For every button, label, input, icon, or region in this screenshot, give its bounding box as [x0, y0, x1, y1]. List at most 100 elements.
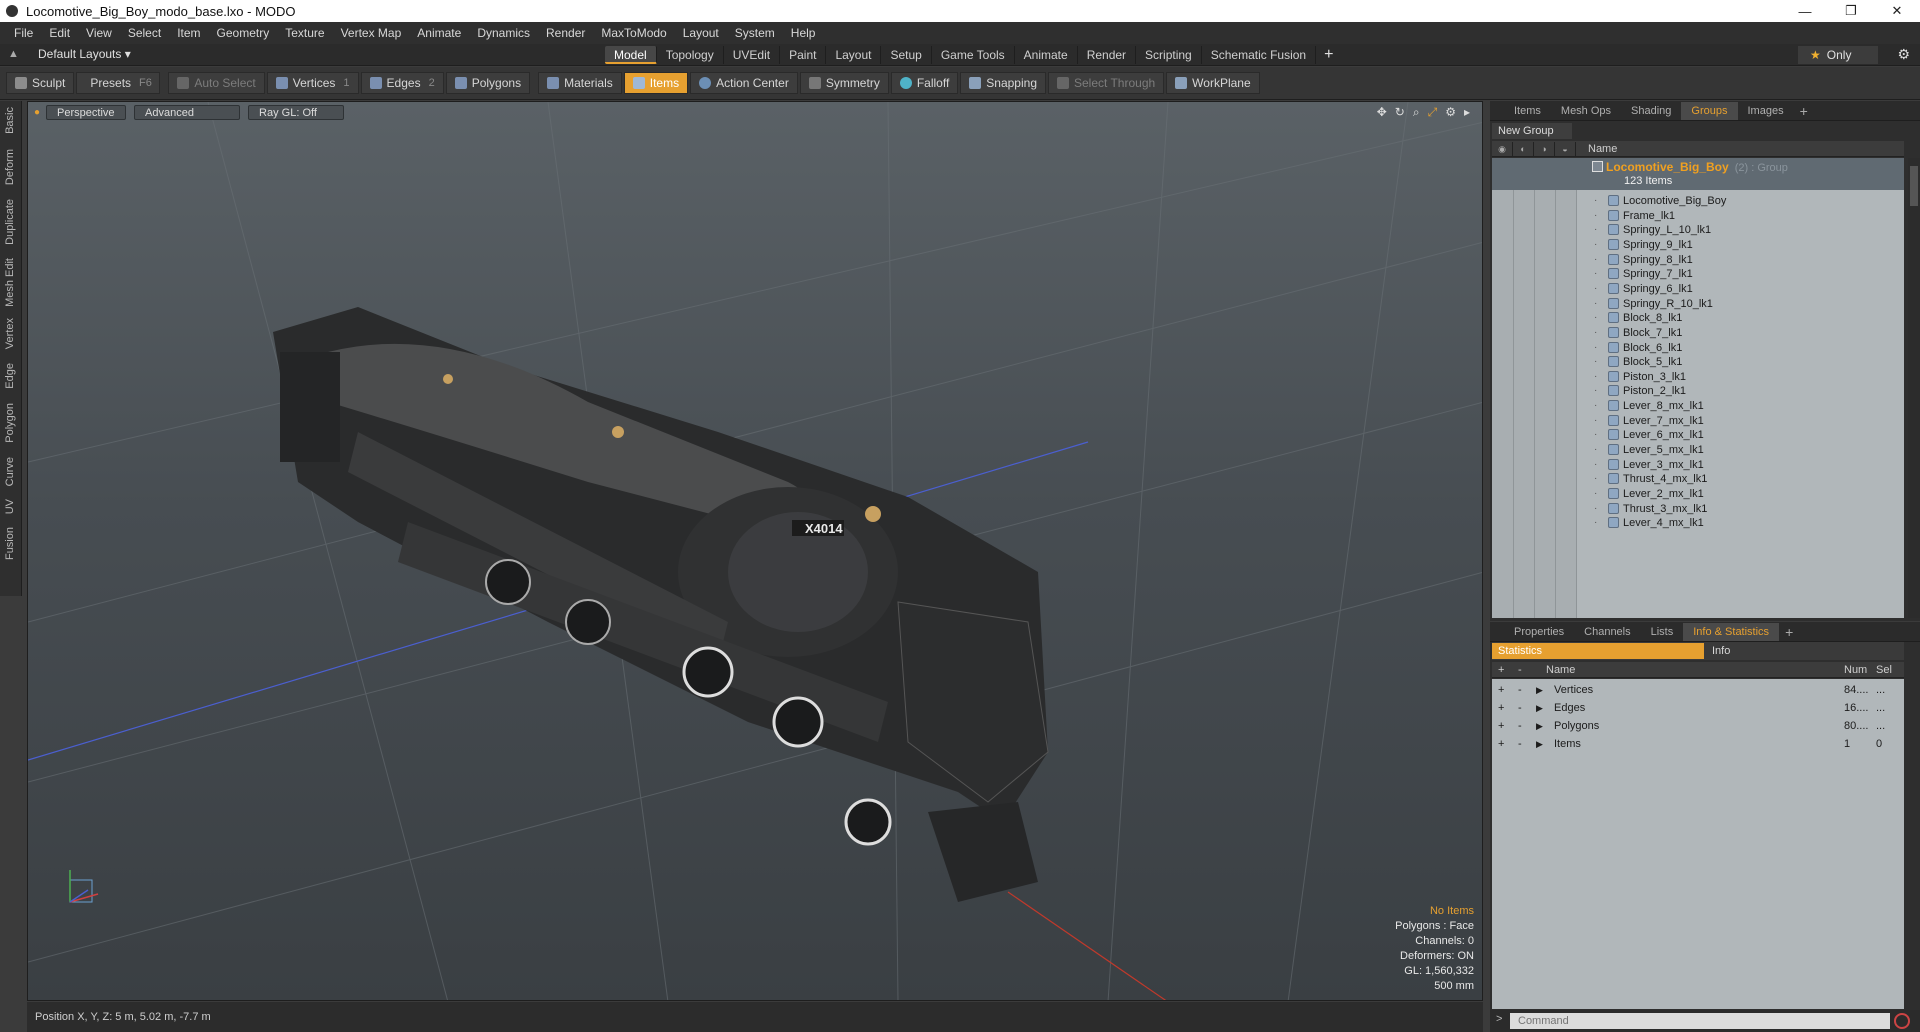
list-item[interactable]: · Lever_4_mx_lk1 — [1492, 514, 1904, 532]
groups-scrollbar[interactable] — [1908, 158, 1920, 618]
table-row[interactable]: + - ▶ Vertices 84.... ... — [1492, 681, 1904, 699]
auto-select-button[interactable]: Auto Select — [168, 72, 265, 94]
tab-render[interactable]: Render — [1078, 46, 1137, 64]
perspective-button[interactable]: Perspective — [46, 104, 127, 120]
tab-images[interactable]: Images — [1738, 102, 1794, 120]
table-row[interactable]: + - ▶ Polygons 80.... ... — [1492, 717, 1904, 735]
zoom-icon[interactable]: ⌕ — [1413, 105, 1420, 120]
vertices-button[interactable]: Vertices 1 — [266, 72, 359, 94]
layout-select[interactable]: Default Layouts ▾ — [38, 47, 131, 61]
advanced-button[interactable]: Advanced — [134, 104, 241, 120]
rotate-icon[interactable]: ↻ — [1395, 105, 1405, 120]
add-icon[interactable]: + — [1498, 735, 1504, 753]
menu-system[interactable]: System — [727, 22, 783, 44]
command-input[interactable] — [1510, 1013, 1890, 1029]
lock-column-icon[interactable]: ◐ — [1513, 141, 1534, 156]
close-icon[interactable]: ✕ — [1874, 0, 1920, 22]
menu-layout[interactable]: Layout — [675, 22, 727, 44]
tab-model[interactable]: Model — [605, 46, 657, 64]
stat-sel-header[interactable]: Sel — [1876, 662, 1892, 678]
expand-arrow-icon[interactable]: ▶ — [1536, 699, 1543, 717]
menu-render[interactable]: Render — [538, 22, 593, 44]
menu-maxtomodo[interactable]: MaxToModo — [593, 22, 674, 44]
vtab-basic[interactable]: Basic — [4, 107, 16, 134]
info-tab[interactable]: Info — [1706, 643, 1904, 659]
name-column-header[interactable]: Name — [1576, 143, 1617, 155]
vtab-mesh-edit[interactable]: Mesh Edit — [4, 258, 16, 307]
render-column-icon[interactable]: ◑ — [1534, 141, 1555, 156]
maximize-icon[interactable]: ❐ — [1828, 0, 1874, 22]
expand-arrow-icon[interactable]: ▶ — [1536, 717, 1543, 735]
tab-layout[interactable]: Layout — [826, 46, 882, 64]
action-center-button[interactable]: Action Center — [690, 72, 798, 94]
new-group-button[interactable]: New Group — [1492, 123, 1572, 139]
menu-select[interactable]: Select — [120, 22, 169, 44]
viewport-menu-icon[interactable]: ● — [34, 107, 40, 118]
workplane-button[interactable]: WorkPlane — [1166, 72, 1260, 94]
visibility-column-icon[interactable]: ◉ — [1492, 141, 1513, 156]
tab-paint[interactable]: Paint — [780, 46, 827, 64]
add-tab-button[interactable]: + — [1316, 46, 1341, 64]
gear-icon[interactable]: ⚙ — [1897, 46, 1910, 63]
tab-setup[interactable]: Setup — [881, 46, 932, 64]
groups-list[interactable]: Locomotive_Big_Boy (2) : Group 123 Items … — [1492, 158, 1904, 618]
fit-icon[interactable]: ⤢ — [1428, 105, 1438, 120]
vtab-duplicate[interactable]: Duplicate — [4, 199, 16, 245]
tab-items[interactable]: Items — [1504, 102, 1551, 120]
polygons-button[interactable]: Polygons — [445, 72, 531, 94]
menu-edit[interactable]: Edit — [41, 22, 78, 44]
tab-shading[interactable]: Shading — [1621, 102, 1681, 120]
remove-column-icon[interactable]: - — [1518, 662, 1522, 678]
viewport-expand-icon[interactable]: ▸ — [1464, 105, 1470, 120]
tab-lists[interactable]: Lists — [1641, 623, 1684, 641]
vtab-vertex[interactable]: Vertex — [4, 318, 16, 349]
remove-icon[interactable]: - — [1518, 699, 1522, 717]
raygl-button[interactable]: Ray GL: Off — [248, 104, 345, 120]
select-column-icon[interactable]: ◒ — [1555, 141, 1576, 156]
tab-topology[interactable]: Topology — [657, 46, 724, 64]
tab-groups[interactable]: Groups — [1681, 101, 1738, 120]
menu-file[interactable]: File — [6, 22, 41, 44]
symmetry-button[interactable]: Symmetry — [799, 72, 889, 94]
menu-dynamics[interactable]: Dynamics — [469, 22, 538, 44]
table-row[interactable]: + - ▶ Items 1 0 — [1492, 735, 1904, 753]
statistics-tab[interactable]: Statistics — [1492, 643, 1704, 659]
table-row[interactable]: + - ▶ Edges 16.... ... — [1492, 699, 1904, 717]
tab-game-tools[interactable]: Game Tools — [932, 46, 1015, 64]
edges-button[interactable]: Edges 2 — [360, 72, 444, 94]
menu-animate[interactable]: Animate — [409, 22, 469, 44]
sculpt-button[interactable]: Sculpt — [6, 72, 75, 94]
tab-uvedit[interactable]: UVEdit — [724, 46, 781, 64]
tab-channels[interactable]: Channels — [1574, 623, 1640, 641]
menu-vertex-map[interactable]: Vertex Map — [333, 22, 410, 44]
add-icon[interactable]: + — [1498, 681, 1504, 699]
materials-button[interactable]: Materials — [538, 72, 622, 94]
menu-help[interactable]: Help — [783, 22, 824, 44]
add-panel-tab-button[interactable]: + — [1794, 103, 1814, 119]
menu-view[interactable]: View — [78, 22, 120, 44]
add-icon[interactable]: + — [1498, 699, 1504, 717]
vtab-uv[interactable]: UV — [4, 499, 16, 514]
group-row-locomotive[interactable]: Locomotive_Big_Boy (2) : Group 123 Items — [1492, 158, 1904, 190]
snapping-button[interactable]: Snapping — [960, 72, 1046, 94]
3d-viewport[interactable]: X4014 ● Perspective Advanced Ray GL: Off… — [27, 101, 1483, 1001]
tab-scripting[interactable]: Scripting — [1136, 46, 1202, 64]
remove-icon[interactable]: - — [1518, 717, 1522, 735]
viewport-gear-icon[interactable]: ⚙ — [1445, 105, 1456, 120]
layout-collapse-icon[interactable]: ▲ — [8, 48, 22, 62]
tab-info-statistics[interactable]: Info & Statistics — [1683, 622, 1780, 641]
falloff-button[interactable]: Falloff — [890, 72, 959, 94]
groups-scrollbar-thumb[interactable] — [1910, 166, 1918, 206]
expand-arrow-icon[interactable]: ▶ — [1536, 681, 1543, 699]
vtab-edge[interactable]: Edge — [4, 363, 16, 389]
vtab-curve[interactable]: Curve — [4, 457, 16, 486]
menu-geometry[interactable]: Geometry — [209, 22, 278, 44]
tab-animate[interactable]: Animate — [1015, 46, 1078, 64]
vtab-polygon[interactable]: Polygon — [4, 403, 16, 443]
tab-properties[interactable]: Properties — [1504, 623, 1574, 641]
menu-item[interactable]: Item — [169, 22, 208, 44]
vtab-fusion[interactable]: Fusion — [4, 527, 16, 560]
only-toggle[interactable]: ★ Only — [1798, 46, 1878, 64]
remove-icon[interactable]: - — [1518, 681, 1522, 699]
vtab-deform[interactable]: Deform — [4, 149, 16, 185]
